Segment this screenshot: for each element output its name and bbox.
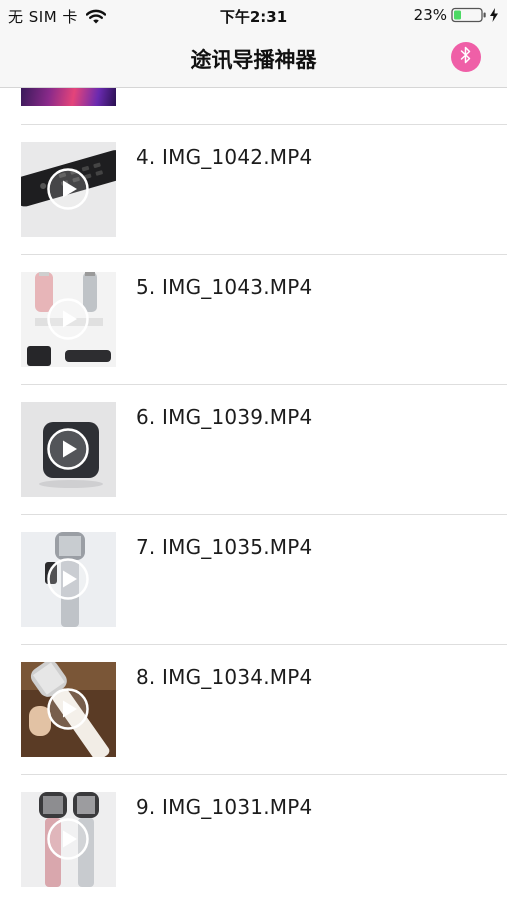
status-bar: 无 SIM 卡 下午2:31 23% <box>0 0 507 30</box>
video-thumbnail-remote <box>21 142 116 237</box>
video-row[interactable]: 5. IMG_1043.MP4 <box>21 255 507 385</box>
video-row[interactable]: 8. IMG_1034.MP4 <box>21 645 507 775</box>
video-thumbnail-mic-hand <box>21 662 116 757</box>
video-row[interactable]: 4. IMG_1042.MP4 <box>21 125 507 255</box>
video-thumbnail-microphone <box>21 532 116 627</box>
video-title: 7. IMG_1035.MP4 <box>136 535 313 559</box>
video-thumbnail <box>21 88 116 106</box>
play-icon[interactable] <box>47 168 89 210</box>
bluetooth-button[interactable] <box>451 42 481 72</box>
page-title: 途讯导播神器 <box>190 48 317 72</box>
video-row[interactable]: 6. IMG_1039.MP4 <box>21 385 507 515</box>
status-right: 23% <box>414 6 499 24</box>
bluetooth-icon <box>458 45 474 69</box>
video-row[interactable]: 9. IMG_1031.MP4 <box>21 775 507 900</box>
video-title: 9. IMG_1031.MP4 <box>136 795 313 819</box>
play-icon[interactable] <box>47 558 89 600</box>
battery-icon <box>451 7 487 23</box>
play-icon[interactable] <box>47 688 89 730</box>
play-icon[interactable] <box>47 298 89 340</box>
video-thumbnail-speaker <box>21 402 116 497</box>
video-title: 6. IMG_1039.MP4 <box>136 405 313 429</box>
video-thumbnail-mic-pair <box>21 792 116 887</box>
video-row[interactable]: 7. IMG_1035.MP4 <box>21 515 507 645</box>
play-icon[interactable] <box>47 818 89 860</box>
list-item-partial[interactable] <box>21 88 507 125</box>
navigation-bar: 途讯导播神器 <box>0 30 507 88</box>
battery-percent: 23% <box>413 6 447 24</box>
video-title: 8. IMG_1034.MP4 <box>136 665 313 689</box>
video-title: 5. IMG_1043.MP4 <box>136 275 313 299</box>
video-list[interactable]: 4. IMG_1042.MP4 5. IMG_1043.MP4 6. IMG_1… <box>0 88 507 900</box>
charging-bolt-icon <box>489 7 499 23</box>
video-title: 4. IMG_1042.MP4 <box>136 145 313 169</box>
video-thumbnail-microphones <box>21 272 116 367</box>
play-icon[interactable] <box>47 428 89 470</box>
